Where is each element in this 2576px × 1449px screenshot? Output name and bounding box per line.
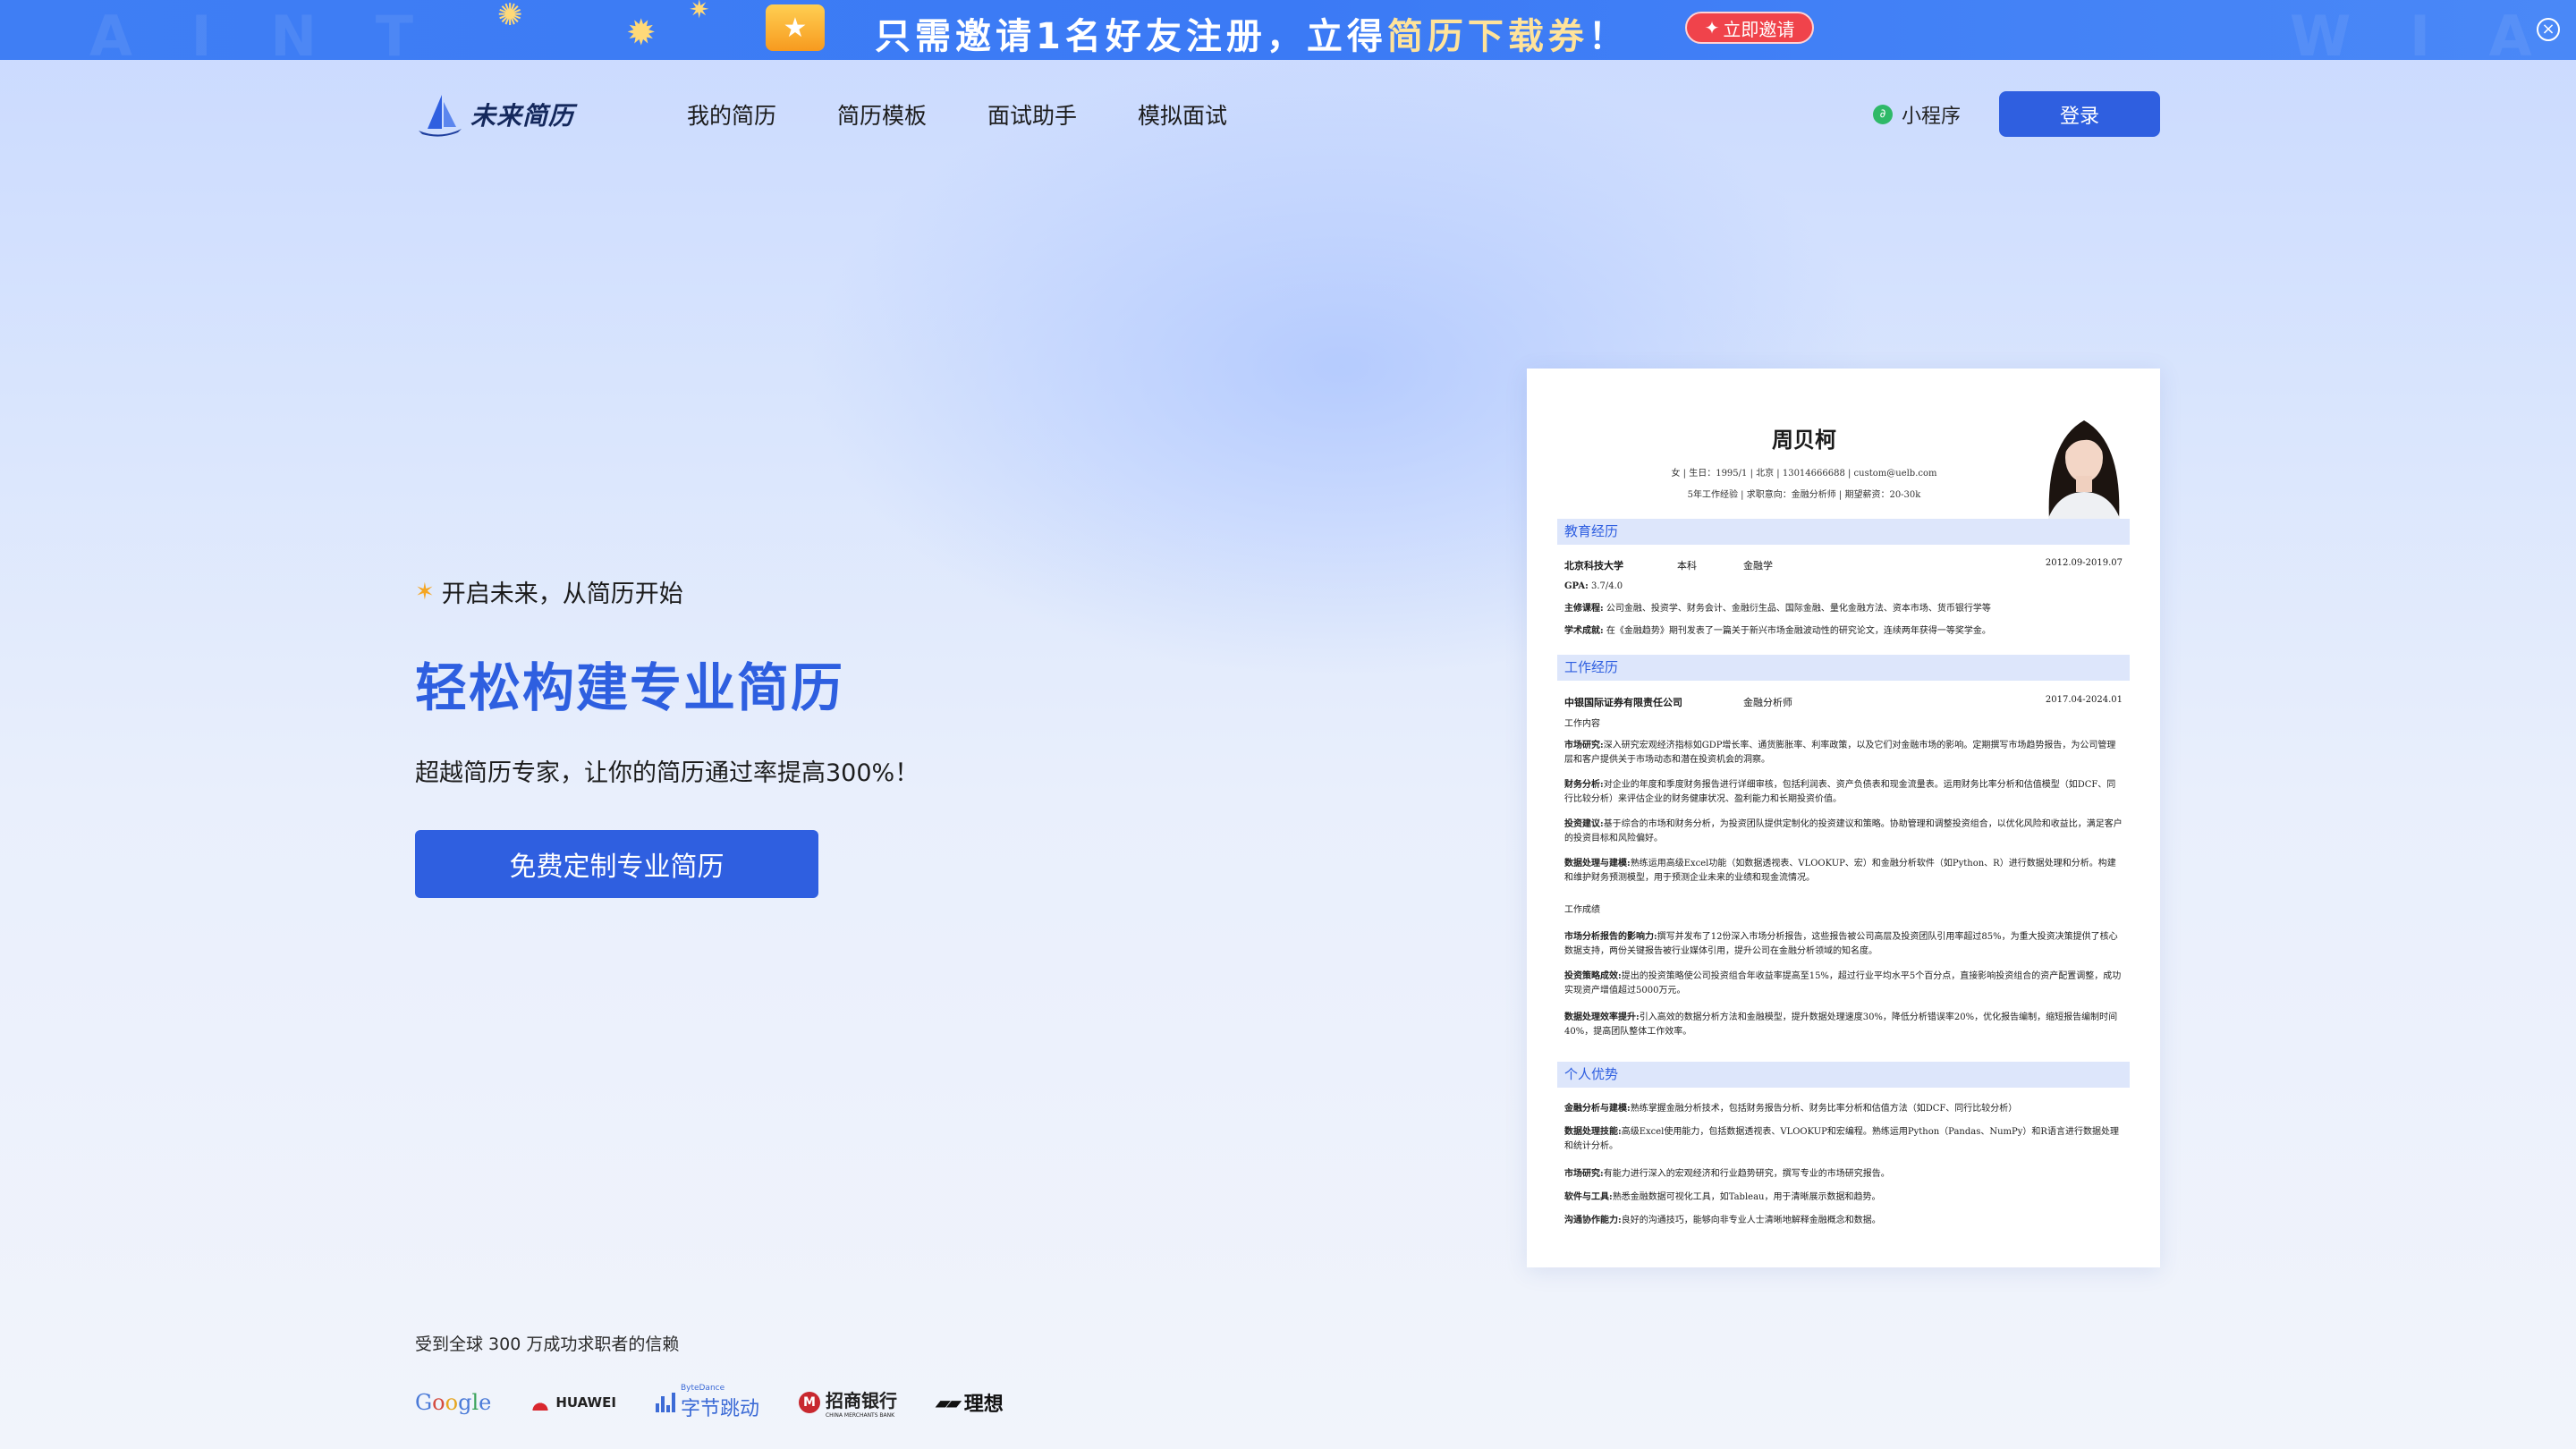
login-button[interactable]: 登录 — [1999, 91, 2160, 137]
bytedance-logo: ByteDance 字节跳动 — [655, 1384, 759, 1421]
coupon-icon: ★ — [766, 4, 825, 51]
partner-logos: Google HUAWEI ByteDance 字节跳动 M 招商银行 CHINA … — [415, 1384, 1004, 1421]
avatar — [2040, 406, 2128, 521]
strength-item: 沟通协作能力:良好的沟通技巧，能够向非专业人士清晰地解释金融概念和数据。 — [1564, 1216, 1881, 1225]
promo-highlight: 简历下载券 — [1386, 16, 1589, 57]
promo-banner[interactable]: A I N T W I A ✺ ✹ ✷ ★ 只需邀请1名好友注册，立得简历下载券… — [0, 0, 2576, 60]
section-education: 教育经历 — [1557, 519, 2130, 545]
work-item: 财务分析:对企业的年度和季度财务报告进行详细审核，包括利润表、资产负债表和现金流… — [1564, 780, 2116, 804]
lixiang-logo: ▰▰ 理想 — [933, 1392, 1004, 1416]
lixiang-mark-icon: ▰▰ — [933, 1392, 962, 1413]
trust-text: 受到全球 300 万成功求职者的信赖 — [415, 1335, 680, 1354]
banner-watermark: W I A — [2290, 4, 2552, 60]
mini-program-label: 小程序 — [1902, 106, 1962, 128]
cmb-emblem-icon: M — [798, 1392, 820, 1413]
work-result: 数据处理效率提升:引入高效的数据分析方法和金融模型，提升数据处理速度30%，降低… — [1564, 1013, 2118, 1037]
resume-job-info: 5年工作经验 | 求职意向：金融分析师 | 期望薪资：20-30k — [1687, 490, 1921, 500]
huawei-logo: HUAWEI — [530, 1394, 616, 1411]
section-work: 工作经历 — [1557, 655, 2130, 681]
site-logo[interactable]: 未来简历 — [415, 89, 574, 140]
work-content-heading: 工作内容 — [1564, 719, 1600, 729]
work-item: 市场研究:深入研究宏观经济指标如GDP增长率、通货膨胀率、利率政策，以及它们对金… — [1564, 741, 2116, 765]
huawei-flower-icon — [530, 1394, 551, 1411]
main-nav: 我的简历 简历模板 面试助手 模拟面试 — [687, 98, 1227, 131]
work-results-heading: 工作成绩 — [1564, 905, 1600, 915]
create-resume-button[interactable]: 免费定制专业简历 — [415, 830, 818, 898]
education-row: 北京科技大学 本科 金融学 2012.09-2019.07 — [1564, 558, 2123, 572]
resume-name: 周贝柯 — [1772, 427, 1836, 453]
party-popper-icon: ✶ — [415, 578, 435, 606]
mini-program-icon: ∂ — [1873, 105, 1893, 124]
education-courses: 主修课程: 公司金融、投资学、财务会计、金融衍生品、国际金融、量化金融方法、资本… — [1564, 604, 1991, 614]
work-result: 市场分析报告的影响力:撰写并发布了12份深入市场分析报告，这些报告被公司高层及投… — [1564, 932, 2118, 956]
work-item: 投资建议:基于综合的市场和财务分析，为投资团队提供定制化的投资建议和策略。协助管… — [1564, 819, 2123, 843]
strength-item: 金融分析与建模:熟练掌握金融分析技术，包括财务报告分析、财务比率分析和估值方法（… — [1564, 1104, 2018, 1114]
nav-interview-assistant[interactable]: 面试助手 — [987, 98, 1077, 131]
close-icon[interactable]: × — [2537, 18, 2560, 41]
bytedance-bars-icon — [655, 1393, 675, 1412]
strength-item: 数据处理技能:高级Excel使用能力，包括数据透视表、VLOOKUP和宏编程。熟… — [1564, 1127, 2119, 1151]
strength-item: 市场研究:有能力进行深入的宏观经济和行业趋势研究，撰写专业的市场研究报告。 — [1564, 1169, 1890, 1179]
promo-text: 只需邀请1名好友注册，立得简历下载券！ — [875, 16, 1629, 57]
work-item: 数据处理与建模:熟练运用高级Excel功能（如数据透视表、VLOOKUP、宏）和… — [1564, 859, 2116, 883]
hero-eyebrow: ✶ 开启未来，从简历开始 — [415, 574, 683, 609]
nav-my-resume[interactable]: 我的简历 — [687, 98, 776, 131]
strength-item: 软件与工具:熟悉金融数据可视化工具，如Tableau，用于清晰展示数据和趋势。 — [1564, 1192, 1881, 1202]
nav-resume-templates[interactable]: 简历模板 — [837, 98, 927, 131]
google-logo: Google — [415, 1390, 492, 1415]
resume-preview[interactable]: 周贝柯 女 | 生日：1995/1 | 北京 | 13014666688 | c… — [1527, 369, 2160, 1267]
hero-subtitle: 超越简历专家，让你的简历通过率提高300%！ — [415, 759, 919, 787]
resume-contact-info: 女 | 生日：1995/1 | 北京 | 13014666688 | custo… — [1671, 469, 1937, 479]
section-strengths: 个人优势 — [1557, 1062, 2130, 1088]
education-gpa: GPA: 3.7/4.0 — [1564, 581, 1623, 591]
sailboat-logo-icon — [419, 95, 462, 137]
firework-icon: ✹ — [626, 13, 657, 54]
nav-mock-interview[interactable]: 模拟面试 — [1138, 98, 1227, 131]
logo-text: 未来简历 — [470, 101, 575, 131]
firework-icon: ✺ — [497, 0, 523, 33]
spark-icon: ✦ — [1704, 17, 1720, 38]
hero-title: 轻松构建专业简历 — [415, 657, 845, 718]
work-result: 投资策略成效:提出的投资策略使公司投资组合年收益率提高至15%，超过行业平均水平… — [1564, 971, 2122, 996]
invite-button[interactable]: ✦ 立即邀请 — [1685, 12, 1814, 44]
mini-program-link[interactable]: ∂ 小程序 — [1873, 100, 1961, 129]
firework-icon: ✷ — [689, 0, 710, 24]
work-row: 中银国际证券有限责任公司 金融分析师 2017.04-2024.01 — [1564, 695, 2123, 708]
cmb-logo: M 招商银行 CHINA MERCHANTS BANK — [798, 1386, 897, 1419]
banner-watermark: A I N T — [89, 4, 433, 60]
eyebrow-text: 开启未来，从简历开始 — [441, 580, 683, 608]
education-achievement: 学术成就: 在《金融趋势》期刊发表了一篇关于新兴市场金融波动性的研究论文，连续两… — [1564, 626, 1991, 636]
